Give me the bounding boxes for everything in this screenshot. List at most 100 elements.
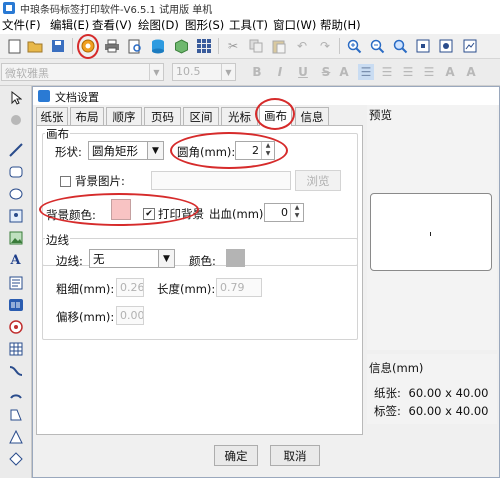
info-title: 信息(mm) [369, 361, 424, 375]
fit-page-icon[interactable] [415, 38, 431, 54]
tab-layout[interactable]: 布局 [70, 107, 104, 125]
print-preview-icon[interactable] [127, 38, 143, 54]
length-input[interactable]: 0.79 [216, 278, 262, 297]
image-tool-icon[interactable] [7, 207, 24, 224]
align-justify-icon[interactable]: ☰ [421, 64, 437, 80]
font-size-select[interactable]: 10.5 ▼ [172, 63, 236, 81]
font-size-down-button[interactable]: A [442, 64, 458, 80]
background-color-swatch[interactable] [111, 199, 131, 220]
strikethrough-button[interactable]: S [318, 64, 334, 80]
menu-view[interactable]: 查看(V) [92, 17, 132, 33]
redo-icon[interactable]: ↷ [317, 38, 333, 54]
tab-order[interactable]: 顺序 [106, 107, 142, 125]
align-center-icon[interactable]: ☰ [379, 64, 395, 80]
thickness-label: 粗细(mm): [56, 282, 115, 296]
save-icon[interactable] [50, 38, 66, 54]
paper-size-value: 60.00 x 40.00 [408, 386, 489, 400]
font-size-value: 10.5 [176, 65, 201, 78]
spinner-buttons[interactable]: ▲ ▼ [290, 204, 303, 221]
menu-shape[interactable]: 图形(S) [185, 17, 224, 33]
table-tool-icon[interactable] [7, 340, 24, 357]
zoom-in-icon[interactable] [346, 38, 362, 54]
tab-canvas[interactable]: 画布 [259, 105, 292, 126]
database-icon[interactable] [150, 38, 166, 54]
menu-tools[interactable]: 工具(T) [229, 17, 268, 33]
font-color-button[interactable]: A [463, 64, 479, 80]
menu-help[interactable]: 帮助(H) [320, 17, 361, 33]
corner-radius-spinner[interactable]: 2 ▲ ▼ [235, 141, 275, 160]
curve-tool-icon[interactable] [7, 362, 24, 379]
border-group-legend: 边线 [45, 232, 70, 248]
picture-tool-icon[interactable] [7, 229, 24, 246]
border-line-select[interactable]: 无 ▼ [89, 249, 175, 268]
cut-icon[interactable]: ✂ [225, 38, 241, 54]
actual-size-icon[interactable] [438, 38, 454, 54]
triangle-tool-icon[interactable] [7, 428, 24, 445]
border-color-swatch[interactable] [226, 249, 245, 267]
zoom-fit-icon[interactable] [392, 38, 408, 54]
main-toolbar: ✂ ↶ ↷ [0, 34, 500, 59]
rounded-rectangle-tool-icon[interactable] [7, 163, 24, 180]
text-tool-icon[interactable]: A [7, 252, 24, 269]
label-size-label: 标签: [374, 404, 401, 418]
ok-button[interactable]: 确定 [214, 445, 258, 466]
new-file-icon[interactable] [6, 38, 22, 54]
ellipse-tool-icon[interactable] [7, 185, 24, 202]
copy-icon[interactable] [248, 38, 264, 54]
thickness-input[interactable]: 0.26 [116, 278, 144, 297]
pan-hand-icon[interactable] [7, 110, 24, 127]
chevron-down-icon[interactable]: ▼ [262, 150, 274, 158]
diamond-tool-icon[interactable] [7, 450, 24, 467]
align-right-icon[interactable]: ☰ [400, 64, 416, 80]
polygon-tool-icon[interactable] [7, 406, 24, 423]
open-folder-icon[interactable] [27, 38, 43, 54]
select-arrow-icon[interactable] [7, 89, 24, 106]
line-tool-icon[interactable] [7, 141, 24, 158]
border-color-label: 颜色: [189, 254, 216, 268]
font-name-select[interactable]: 微软雅黑 ▼ [1, 63, 164, 81]
document-settings-icon[interactable] [80, 38, 96, 54]
browse-button[interactable]: 浏览 [295, 170, 341, 191]
chevron-down-icon: ▼ [149, 64, 163, 80]
chevron-up-icon[interactable]: ▲ [262, 142, 274, 150]
cancel-button[interactable]: 取消 [270, 445, 320, 466]
print-background-checkbox[interactable]: ✔ [143, 208, 155, 220]
rich-text-tool-icon[interactable] [7, 274, 24, 291]
spinner-buttons[interactable]: ▲ ▼ [261, 142, 274, 159]
italic-button[interactable]: I [272, 64, 288, 80]
tab-paper[interactable]: 纸张 [36, 107, 68, 125]
tab-range[interactable]: 区间 [183, 107, 219, 125]
menu-edit[interactable]: 编辑(E) [50, 17, 89, 33]
paste-icon[interactable] [271, 38, 287, 54]
object-3d-icon[interactable] [173, 38, 189, 54]
label-size-line: 标签: 60.00 x 40.00 [374, 403, 489, 419]
undo-icon[interactable]: ↶ [294, 38, 310, 54]
qrcode-tool-icon[interactable] [7, 318, 24, 335]
arc-tool-icon[interactable] [7, 384, 24, 401]
menu-file[interactable]: 文件(F) [2, 17, 41, 33]
tab-page-number[interactable]: 页码 [144, 107, 181, 125]
chevron-down-icon[interactable]: ▼ [291, 212, 303, 220]
underline-button[interactable]: U [295, 64, 311, 80]
print-icon[interactable] [104, 38, 120, 54]
canvas-group-legend: 画布 [45, 126, 70, 142]
background-image-checkbox[interactable] [60, 176, 71, 187]
chevron-down-icon: ▼ [158, 250, 174, 267]
tab-info[interactable]: 信息 [295, 107, 329, 125]
background-image-path-input[interactable] [151, 171, 291, 190]
tab-cursor[interactable]: 光标 [221, 107, 258, 125]
font-size-up-button[interactable]: A [336, 64, 352, 80]
bold-button[interactable]: B [249, 64, 265, 80]
align-left-icon[interactable]: ☰ [358, 64, 374, 80]
zoom-out-icon[interactable] [369, 38, 385, 54]
background-image-label: 背景图片: [75, 174, 125, 188]
snapshot-icon[interactable] [462, 38, 478, 54]
grid-icon[interactable] [196, 38, 212, 54]
chevron-up-icon[interactable]: ▲ [291, 204, 303, 212]
barcode-tool-icon[interactable] [7, 296, 24, 313]
offset-input[interactable]: 0.00 [116, 306, 144, 325]
bleed-spinner[interactable]: 0 ▲ ▼ [264, 203, 304, 222]
shape-select[interactable]: 圆角矩形 ▼ [88, 141, 164, 160]
menu-draw[interactable]: 绘图(D) [138, 17, 179, 33]
menu-window[interactable]: 窗口(W) [273, 17, 316, 33]
